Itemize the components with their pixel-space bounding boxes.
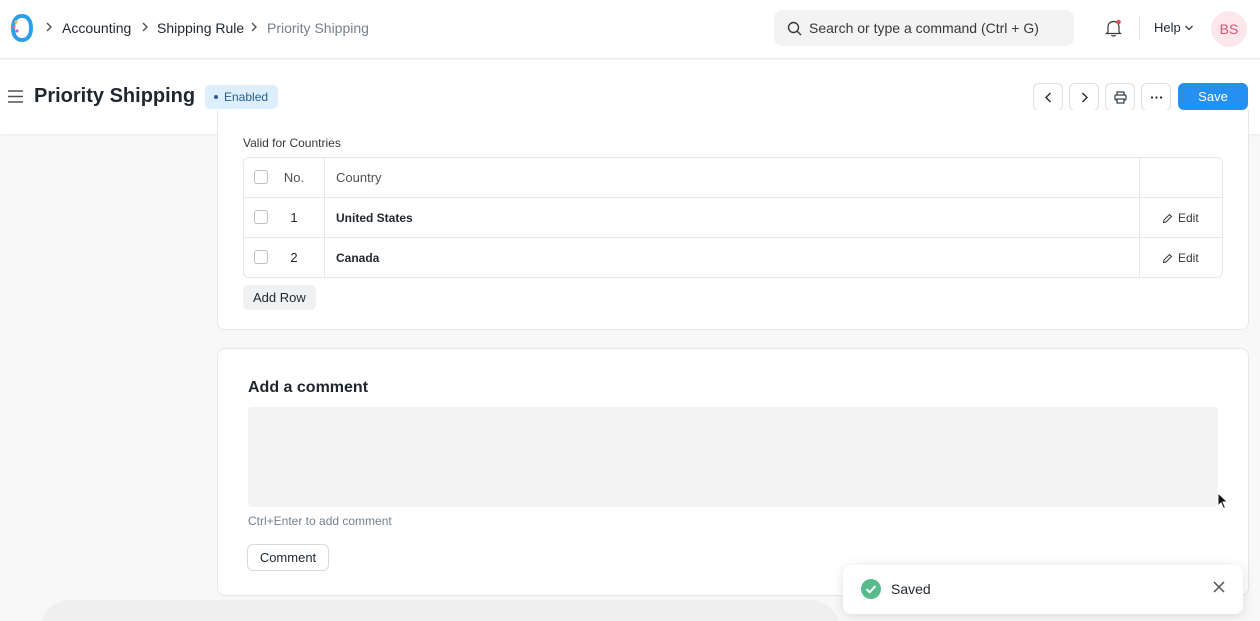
column-header-no: No. (283, 170, 305, 185)
comment-hint: Ctrl+Enter to add comment (248, 514, 392, 528)
search-bar[interactable]: Search or type a command (Ctrl + G) (774, 10, 1074, 46)
check-circle-icon (861, 579, 881, 599)
search-input[interactable]: Search or type a command (Ctrl + G) (809, 20, 1039, 37)
row-checkbox[interactable] (254, 250, 268, 264)
breadcrumb-current[interactable]: Priority Shipping (267, 19, 369, 37)
mouse-cursor-icon (1217, 492, 1229, 510)
column-divider (1139, 158, 1140, 198)
row-checkbox[interactable] (254, 210, 268, 224)
page-footer-shadow (40, 600, 840, 621)
close-icon[interactable] (1212, 580, 1226, 594)
column-divider (324, 198, 325, 238)
column-divider (1139, 198, 1140, 238)
previous-record-button[interactable] (1033, 83, 1063, 111)
comment-section-title: Add a comment (248, 379, 369, 396)
pencil-icon (1162, 253, 1173, 263)
select-all-checkbox[interactable] (254, 170, 268, 184)
table-row[interactable]: 1 United States Edit (244, 198, 1222, 238)
status-badge: Enabled (205, 85, 279, 109)
column-divider (324, 238, 325, 277)
chevron-right-icon (251, 22, 257, 32)
row-number: 1 (290, 210, 298, 225)
column-header-country: Country (336, 170, 382, 185)
country-cell[interactable]: Canada (336, 250, 379, 266)
search-icon (787, 21, 802, 36)
breadcrumb-accounting[interactable]: Accounting (62, 19, 131, 37)
country-cell[interactable]: United States (336, 210, 413, 226)
countries-table: No. Country 1 United States Edit 2 Canad… (243, 157, 1223, 278)
next-record-button[interactable] (1069, 83, 1099, 111)
chevron-left-icon (1045, 92, 1051, 103)
saved-toast: Saved (843, 565, 1243, 614)
add-row-button[interactable]: Add Row (243, 285, 316, 310)
chevron-right-icon (46, 22, 52, 32)
table-header-row: No. Country (244, 158, 1222, 198)
notification-bell-icon[interactable] (1104, 18, 1123, 38)
more-actions-button[interactable] (1141, 83, 1171, 111)
table-row[interactable]: 2 Canada Edit (244, 238, 1222, 277)
navbar: Accounting Shipping Rule Priority Shippi… (0, 0, 1260, 59)
print-button[interactable] (1105, 83, 1135, 111)
sidebar-toggle-icon[interactable] (8, 90, 23, 103)
comment-button[interactable]: Comment (247, 544, 329, 571)
user-avatar[interactable]: BS (1211, 11, 1247, 47)
help-menu[interactable]: Help (1154, 20, 1181, 36)
valid-countries-label: Valid for Countries (243, 136, 341, 150)
page-title: Priority Shipping (34, 85, 196, 107)
column-divider (324, 158, 325, 198)
navbar-divider (1139, 16, 1140, 40)
edit-label: Edit (1178, 251, 1199, 265)
status-badge-label: Enabled (224, 90, 269, 104)
toast-message: Saved (891, 581, 931, 597)
chevron-right-icon (1082, 92, 1088, 103)
printer-icon (1114, 91, 1127, 104)
breadcrumb-shipping-rule[interactable]: Shipping Rule (157, 19, 244, 37)
row-number: 2 (290, 250, 298, 265)
pencil-icon (1162, 213, 1173, 223)
app-logo-icon[interactable] (10, 14, 34, 42)
comment-textarea[interactable] (248, 407, 1218, 507)
status-dot (214, 95, 218, 99)
edit-row-button[interactable]: Edit (1162, 250, 1199, 266)
chevron-right-icon (142, 22, 148, 32)
more-horizontal-icon (1150, 96, 1163, 99)
save-button[interactable]: Save (1178, 83, 1248, 110)
chevron-down-icon[interactable] (1184, 24, 1194, 32)
column-divider (1139, 238, 1140, 277)
edit-label: Edit (1178, 211, 1199, 225)
edit-row-button[interactable]: Edit (1162, 210, 1199, 226)
